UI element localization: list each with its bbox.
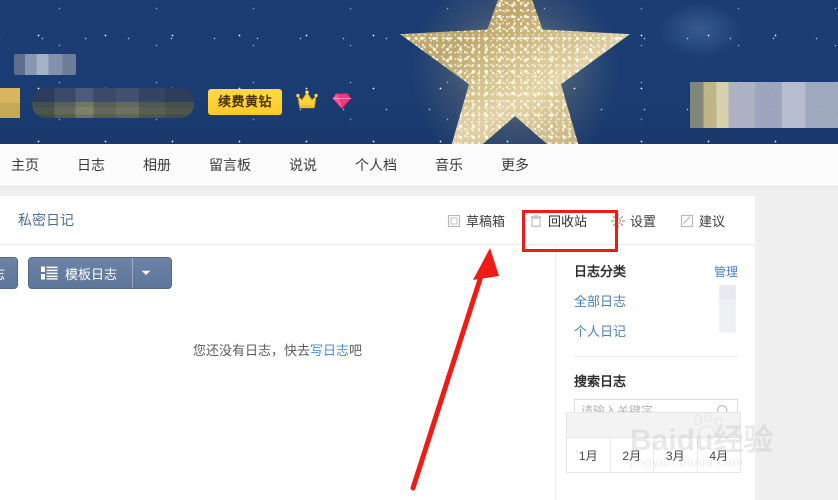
search-title: 搜索日志 [574,374,627,389]
chevron-down-icon [141,270,151,275]
nav-item-more[interactable]: 更多 [482,144,548,186]
nav-item-list: 主页 日志 相册 留言板 说说 个人档 音乐 更多 [0,144,548,186]
calendar-month-4[interactable]: 4月 [698,438,741,472]
calendar-month-1[interactable]: 1月 [567,438,611,472]
toolbar-feedback-label: 建议 [698,214,725,229]
main-navigation: 主页 日志 相册 留言板 说说 个人档 音乐 更多 [0,144,838,187]
toolbar-feedback[interactable]: 建议 [668,211,737,230]
archive-calendar: 1月 2月 3月 4月 [566,412,741,473]
category-title: 日志分类 [574,264,627,279]
write-blog-link[interactable]: 写日志 [310,343,349,358]
profile-banner: 续费黄钻 [0,0,838,144]
calendar-month-row: 1月 2月 3月 4月 [567,438,740,472]
nav-item-profile[interactable]: 个人档 [336,144,416,186]
empty-state-message: 您还没有日志，快去写日志吧 [0,340,555,359]
calendar-month-3[interactable]: 3月 [654,438,698,472]
nav-item-shuoshuo[interactable]: 说说 [270,144,336,186]
feedback-icon [680,214,694,228]
category-item-all[interactable]: 全部日志 [574,291,738,310]
censored-user-info-block [32,88,194,118]
pink-diamond-icon[interactable] [332,92,352,110]
category-item-personal[interactable]: 个人日记 [574,321,738,340]
template-blog-button[interactable]: 模板日志 [28,257,173,289]
nav-item-blog[interactable]: 日志 [58,144,124,186]
toolbar-draft-box-label: 草稿箱 [465,214,505,229]
blog-list-area: 您还没有日志，快去写日志吧 [0,298,555,500]
empty-state-prefix: 您还没有日志，快去 [192,343,310,358]
censored-nickname-block [14,54,76,75]
category-manage-link[interactable]: 管理 [714,263,738,280]
sidebar-scrollbar[interactable] [719,285,736,333]
write-blog-button-label: 日志 [0,264,5,283]
nav-item-message-board[interactable]: 留言板 [190,144,270,186]
toolbar-settings-label: 设置 [629,214,656,229]
censored-banner-right-block [690,82,838,128]
write-blog-button[interactable]: 日志 [0,257,19,289]
toolbar-draft-box[interactable]: 草稿箱 [435,211,517,230]
renew-yellow-diamond-button[interactable]: 续费黄钻 [208,89,282,115]
page-title: 私密日记 [18,212,74,228]
nav-item-album[interactable]: 相册 [124,144,190,186]
calendar-month-2[interactable]: 2月 [611,438,654,472]
annotation-highlight-box [522,210,618,252]
blog-sidebar: 日志分类 管理 全部日志 个人日记 搜索日志 请输入关键字 1月 2月 3月 4… [555,245,756,500]
list-icon [41,266,58,280]
empty-state-suffix: 吧 [349,343,363,358]
calendar-header [567,413,740,438]
draft-box-icon [447,214,461,228]
censored-avatar-edge [0,88,20,118]
nav-item-music[interactable]: 音乐 [416,144,482,186]
template-blog-button-label: 模板日志 [65,266,118,282]
panel-header: 私密日记 草稿箱 回收站 设置 建议 [0,196,755,245]
nav-item-home[interactable]: 主页 [0,144,58,186]
blog-content-panel: 私密日记 草稿箱 回收站 设置 建议 模板日志 您还没有日志，快去写日志吧 日志… [0,196,755,500]
crown-icon[interactable] [296,90,318,110]
template-dropdown-toggle[interactable] [132,258,159,288]
action-button-group: 日志 模板日志 [0,257,173,289]
